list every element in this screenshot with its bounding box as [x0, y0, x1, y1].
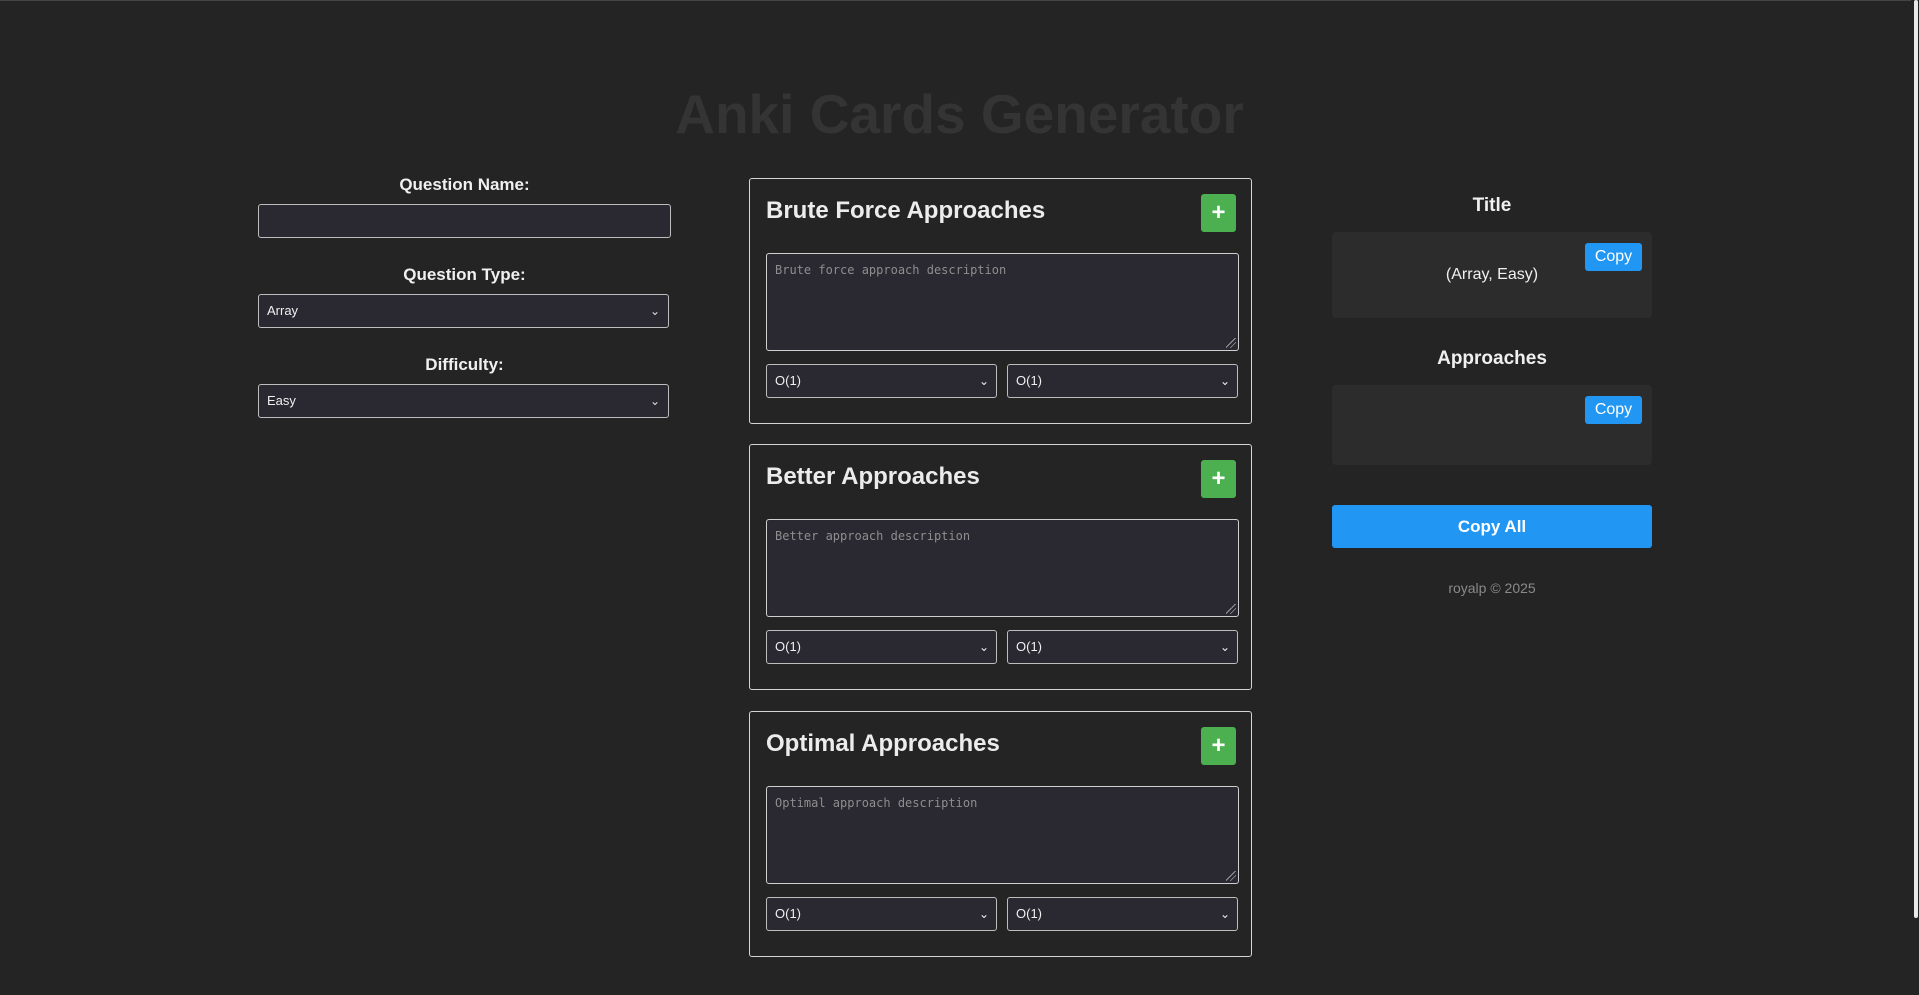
optimal-card: Optimal Approaches + Optimal approach de…: [749, 711, 1252, 957]
question-form: Question Name: Question Type: Array ⌄ Di…: [258, 175, 671, 445]
question-type-value: Array: [267, 303, 299, 318]
vertical-scrollbar[interactable]: [1911, 0, 1919, 995]
space-complexity-select[interactable]: O(1) ⌄: [1007, 630, 1238, 664]
chevron-down-icon: ⌄: [978, 374, 989, 388]
brute-force-description-input[interactable]: Brute force approach description: [766, 253, 1239, 351]
difficulty-value: Easy: [267, 393, 296, 408]
description-placeholder: Better approach description: [775, 529, 971, 543]
optimal-description-input[interactable]: Optimal approach description: [766, 786, 1239, 884]
brute-force-card: Brute Force Approaches + Brute force app…: [749, 178, 1252, 424]
space-complexity-value: O(1): [1016, 639, 1042, 654]
chevron-down-icon: ⌄: [978, 907, 989, 921]
add-brute-force-button[interactable]: +: [1201, 194, 1236, 232]
difficulty-select[interactable]: Easy ⌄: [258, 384, 669, 418]
better-description-input[interactable]: Better approach description: [766, 519, 1239, 617]
description-placeholder: Optimal approach description: [775, 796, 978, 810]
chevron-down-icon: ⌄: [649, 304, 660, 318]
question-type-group: Question Type: Array ⌄: [258, 265, 671, 328]
question-name-label: Question Name:: [399, 175, 530, 194]
space-complexity-select[interactable]: O(1) ⌄: [1007, 897, 1238, 931]
plus-icon: +: [1211, 465, 1226, 492]
chevron-down-icon: ⌄: [649, 394, 660, 408]
approaches-output-box: Copy: [1332, 385, 1652, 465]
add-better-button[interactable]: +: [1201, 460, 1236, 498]
time-complexity-select[interactable]: O(1) ⌄: [766, 897, 997, 931]
time-complexity-value: O(1): [775, 373, 801, 388]
output-panel: Title Copy (Array, Easy) Approaches Copy…: [1332, 195, 1652, 596]
better-card: Better Approaches + Better approach desc…: [749, 444, 1252, 690]
question-type-label: Question Type:: [403, 265, 526, 284]
space-complexity-value: O(1): [1016, 906, 1042, 921]
add-optimal-button[interactable]: +: [1201, 727, 1236, 765]
title-output-box: Copy (Array, Easy): [1332, 232, 1652, 318]
copy-all-button[interactable]: Copy All: [1332, 505, 1652, 548]
approaches-heading: Approaches: [1437, 348, 1547, 369]
card-title: Better Approaches: [766, 463, 980, 490]
footer-text: royalp © 2025: [1448, 580, 1536, 596]
resize-handle-icon[interactable]: [1226, 338, 1236, 348]
time-complexity-select[interactable]: O(1) ⌄: [766, 630, 997, 664]
time-complexity-select[interactable]: O(1) ⌄: [766, 364, 997, 398]
copy-approaches-button[interactable]: Copy: [1585, 396, 1642, 424]
plus-icon: +: [1211, 199, 1226, 226]
title-heading: Title: [1472, 195, 1512, 216]
plus-icon: +: [1211, 732, 1226, 759]
description-placeholder: Brute force approach description: [775, 263, 1007, 277]
question-type-select[interactable]: Array ⌄: [258, 294, 669, 328]
card-title: Optimal Approaches: [766, 730, 1000, 757]
question-name-group: Question Name:: [258, 175, 671, 238]
resize-handle-icon[interactable]: [1226, 604, 1236, 614]
scrollbar-thumb[interactable]: [1914, 0, 1918, 918]
card-title: Brute Force Approaches: [766, 197, 1046, 224]
title-output-text: (Array, Easy): [1445, 266, 1539, 283]
chevron-down-icon: ⌄: [978, 640, 989, 654]
chevron-down-icon: ⌄: [1219, 374, 1230, 388]
time-complexity-value: O(1): [775, 639, 801, 654]
resize-handle-icon[interactable]: [1226, 871, 1236, 881]
time-complexity-value: O(1): [775, 906, 801, 921]
space-complexity-value: O(1): [1016, 373, 1042, 388]
page-title: Anki Cards Generator: [675, 83, 1244, 145]
difficulty-group: Difficulty: Easy ⌄: [258, 355, 671, 418]
space-complexity-select[interactable]: O(1) ⌄: [1007, 364, 1238, 398]
difficulty-label: Difficulty:: [425, 355, 504, 374]
window-top-border: [0, 0, 1919, 1]
question-name-input[interactable]: [258, 204, 671, 238]
chevron-down-icon: ⌄: [1219, 907, 1230, 921]
chevron-down-icon: ⌄: [1219, 640, 1230, 654]
